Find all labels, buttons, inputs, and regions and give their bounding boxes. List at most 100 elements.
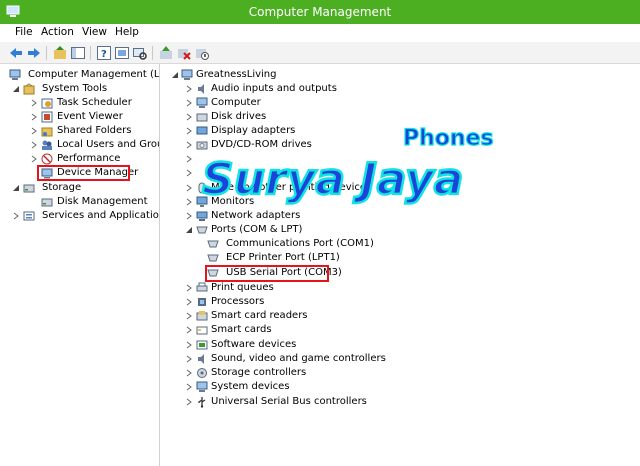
scan-hardware-icon[interactable] bbox=[132, 45, 148, 61]
port-icon bbox=[207, 254, 219, 262]
collapsed-arrow-icon[interactable] bbox=[185, 341, 193, 349]
smart-card-icon bbox=[196, 326, 208, 335]
toolbar-separator bbox=[152, 46, 153, 60]
collapsed-arrow-icon[interactable] bbox=[30, 155, 38, 163]
performance-icon bbox=[41, 153, 53, 165]
event-viewer-icon bbox=[41, 111, 53, 123]
expanded-arrow-icon[interactable] bbox=[171, 71, 179, 79]
computer-icon bbox=[196, 97, 208, 108]
tree-item-label: Smart cards bbox=[211, 324, 272, 335]
collapsed-arrow-icon[interactable] bbox=[185, 113, 193, 121]
collapsed-arrow-icon[interactable] bbox=[185, 85, 193, 93]
collapsed-arrow-icon[interactable] bbox=[185, 326, 193, 334]
collapsed-arrow-icon[interactable] bbox=[185, 99, 193, 107]
menu-file[interactable]: File bbox=[15, 26, 33, 38]
help-icon[interactable]: ? bbox=[96, 45, 112, 61]
tree-item-label: Software devices bbox=[211, 339, 297, 350]
window-title: Computer Management bbox=[248, 5, 392, 19]
collapsed-arrow-icon[interactable] bbox=[185, 141, 193, 149]
collapsed-arrow-icon[interactable] bbox=[12, 212, 20, 220]
task-scheduler-icon bbox=[41, 98, 53, 109]
tree-item-label: Audio inputs and outputs bbox=[211, 83, 337, 94]
console-tree: Computer Management (Local System Tools … bbox=[0, 64, 160, 466]
title-bar: Computer Management bbox=[0, 0, 640, 24]
processor-icon bbox=[198, 298, 206, 306]
uninstall-icon[interactable] bbox=[176, 45, 192, 61]
tools-icon bbox=[23, 83, 35, 95]
collapsed-arrow-icon[interactable] bbox=[185, 169, 193, 177]
properties-icon[interactable] bbox=[114, 45, 130, 61]
back-arrow-icon[interactable] bbox=[8, 45, 24, 61]
tree-item-label: Universal Serial Bus controllers bbox=[211, 396, 367, 407]
collapsed-arrow-icon[interactable] bbox=[185, 298, 193, 306]
speaker-icon bbox=[198, 84, 204, 94]
collapsed-arrow-icon[interactable] bbox=[185, 355, 193, 363]
collapsed-arrow-icon[interactable] bbox=[185, 198, 193, 206]
collapsed-arrow-icon[interactable] bbox=[185, 184, 193, 192]
tree-item-label: Print queues bbox=[211, 282, 274, 293]
collapsed-arrow-icon[interactable] bbox=[185, 155, 193, 163]
tree-item-label: Ports (COM & LPT) bbox=[211, 224, 303, 235]
sound-icon bbox=[198, 354, 204, 364]
system-device-icon bbox=[196, 381, 208, 392]
collapsed-arrow-icon[interactable] bbox=[30, 99, 38, 107]
collapsed-arrow-icon[interactable] bbox=[185, 383, 193, 391]
users-icon bbox=[42, 140, 52, 150]
tree-item-label: Computer bbox=[211, 97, 261, 108]
menu-help[interactable]: Help bbox=[115, 26, 139, 38]
tree-item-label: Processors bbox=[211, 296, 265, 307]
collapsed-arrow-icon[interactable] bbox=[185, 312, 193, 320]
usb-serial-port-highlight bbox=[205, 265, 329, 282]
storage-controller-icon bbox=[197, 368, 207, 378]
show-hide-tree-icon[interactable] bbox=[70, 45, 86, 61]
watermark-logo: Phones Surya Jaya bbox=[201, 125, 494, 206]
port-icon bbox=[207, 240, 219, 248]
services-icon bbox=[23, 211, 35, 221]
collapsed-arrow-icon[interactable] bbox=[185, 212, 193, 220]
collapsed-arrow-icon[interactable] bbox=[185, 398, 193, 406]
menu-view[interactable]: View bbox=[82, 26, 107, 38]
collapsed-arrow-icon[interactable] bbox=[30, 141, 38, 149]
tree-item-label: Storage bbox=[42, 182, 82, 193]
tree-item-label: Performance bbox=[57, 153, 121, 164]
expanded-arrow-icon[interactable] bbox=[12, 184, 20, 192]
printer-icon bbox=[196, 282, 208, 292]
tree-item-label: Sound, video and game controllers bbox=[211, 353, 386, 364]
shared-folder-icon bbox=[41, 127, 53, 137]
menu-action[interactable]: Action bbox=[41, 26, 74, 38]
up-folder-icon[interactable] bbox=[52, 45, 68, 61]
computer-icon bbox=[181, 69, 193, 80]
menu-bar: File Action View Help bbox=[0, 24, 640, 42]
tree-item-label: GreatnessLiving bbox=[196, 69, 277, 80]
collapsed-arrow-icon[interactable] bbox=[30, 113, 38, 121]
device-manager-highlight bbox=[37, 165, 130, 181]
usb-icon bbox=[198, 397, 206, 408]
expanded-arrow-icon[interactable] bbox=[185, 226, 193, 234]
tree-item-label: System Tools bbox=[42, 83, 108, 94]
collapsed-arrow-icon[interactable] bbox=[30, 127, 38, 135]
tree-item-label: Shared Folders bbox=[57, 125, 132, 136]
collapsed-arrow-icon[interactable] bbox=[185, 284, 193, 292]
tree-item-label: Storage controllers bbox=[211, 367, 307, 378]
collapsed-arrow-icon[interactable] bbox=[185, 369, 193, 377]
forward-arrow-icon[interactable] bbox=[26, 45, 42, 61]
tree-item-label: Communications Port (COM1) bbox=[226, 238, 374, 249]
watermark-line1: Phones bbox=[403, 126, 494, 151]
toolbar-separator bbox=[46, 46, 47, 60]
tree-item-label: Event Viewer bbox=[57, 111, 123, 122]
disable-device-icon[interactable] bbox=[194, 45, 210, 61]
tree-item-label: Disk Management bbox=[57, 196, 148, 207]
port-icon bbox=[196, 226, 208, 234]
update-driver-icon[interactable] bbox=[158, 45, 174, 61]
tree-item-label: System devices bbox=[211, 381, 290, 392]
expanded-arrow-icon[interactable] bbox=[12, 85, 20, 93]
tree-item-label: Computer Management (Local bbox=[28, 69, 160, 80]
software-device-icon bbox=[196, 340, 208, 350]
tree-item-label: Local Users and Groups bbox=[57, 139, 159, 150]
tree-item-label: Task Scheduler bbox=[57, 97, 132, 108]
tree-item-label: Services and Applications bbox=[42, 210, 160, 221]
collapsed-arrow-icon[interactable] bbox=[185, 127, 193, 135]
tree-item-label: ECP Printer Port (LPT1) bbox=[226, 252, 340, 263]
tree-item-label: Smart card readers bbox=[211, 310, 308, 321]
smart-card-reader-icon bbox=[196, 311, 208, 321]
